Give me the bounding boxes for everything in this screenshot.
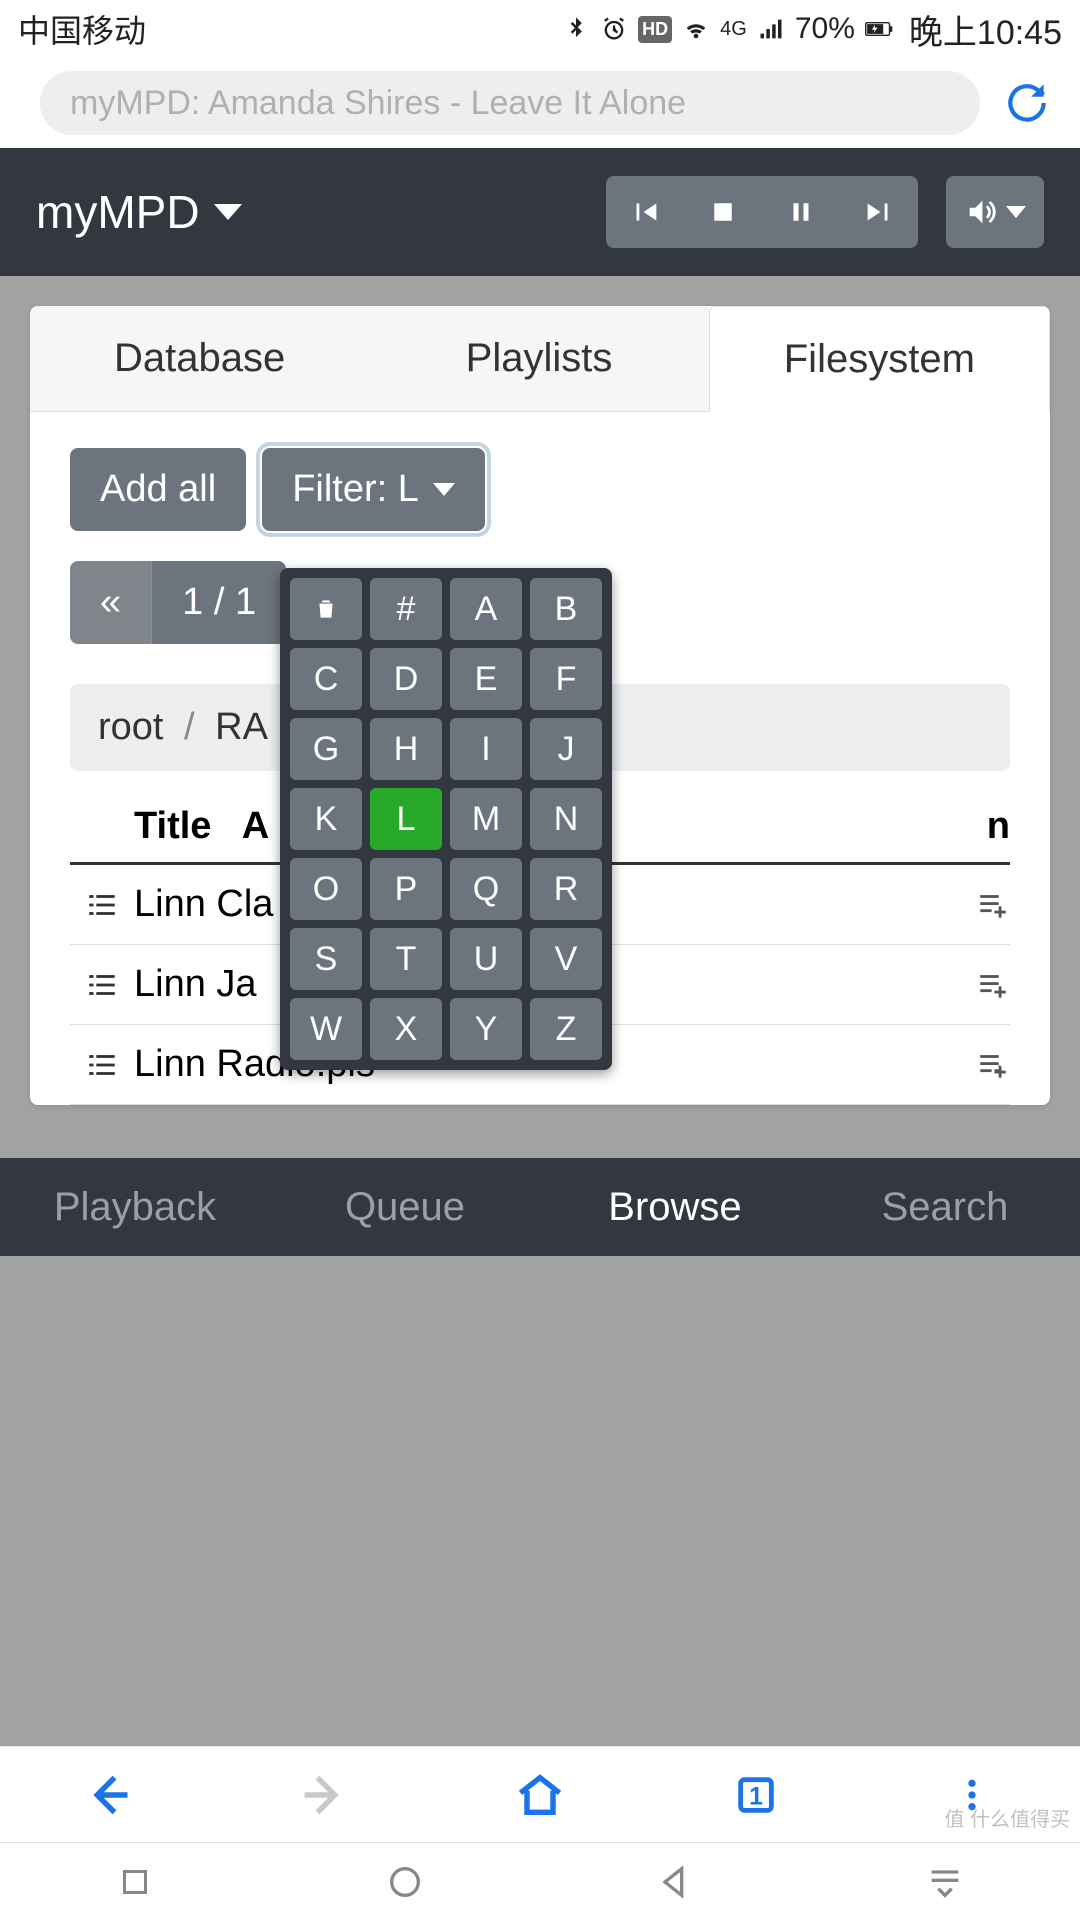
filter-key-z[interactable]: Z bbox=[530, 998, 602, 1060]
home-nav-button[interactable] bbox=[380, 1857, 430, 1907]
tab-playlists[interactable]: Playlists bbox=[369, 306, 708, 412]
breadcrumb-root[interactable]: root bbox=[98, 706, 163, 748]
battery-percent: 70% bbox=[795, 12, 855, 46]
brand-menu[interactable]: myMPD bbox=[36, 185, 242, 239]
filter-key-d[interactable]: D bbox=[370, 648, 442, 710]
list-icon bbox=[70, 1048, 134, 1082]
filter-key-w[interactable]: W bbox=[290, 998, 362, 1060]
th-last: n bbox=[958, 805, 1010, 848]
media-controls bbox=[606, 176, 918, 248]
filter-key-k[interactable]: K bbox=[290, 788, 362, 850]
recents-button[interactable] bbox=[110, 1857, 160, 1907]
add-all-button[interactable]: Add all bbox=[70, 448, 246, 531]
filter-key-l[interactable]: L bbox=[370, 788, 442, 850]
filter-key-j[interactable]: J bbox=[530, 718, 602, 780]
bluetooth-icon bbox=[562, 15, 590, 43]
caret-down-icon bbox=[1006, 206, 1026, 218]
tab-playback[interactable]: Playback bbox=[0, 1185, 270, 1230]
prev-button[interactable] bbox=[606, 176, 684, 248]
tab-browse[interactable]: Browse bbox=[540, 1185, 810, 1230]
breadcrumb-next: RA bbox=[215, 706, 268, 748]
breadcrumb-sep: / bbox=[184, 706, 195, 748]
filter-key-n[interactable]: N bbox=[530, 788, 602, 850]
carrier-label: 中国移动 bbox=[18, 6, 146, 52]
add-to-queue-button[interactable] bbox=[950, 968, 1010, 1002]
wifi-icon bbox=[682, 15, 710, 43]
list-icon bbox=[70, 888, 134, 922]
filter-key-f[interactable]: F bbox=[530, 648, 602, 710]
app-header: myMPD bbox=[0, 148, 1080, 276]
filter-key-t[interactable]: T bbox=[370, 928, 442, 990]
tabs-button[interactable]: 1 bbox=[726, 1765, 786, 1825]
stop-button[interactable] bbox=[684, 176, 762, 248]
tab-filesystem[interactable]: Filesystem bbox=[709, 306, 1050, 412]
svg-text:1: 1 bbox=[749, 1782, 763, 1810]
tab-database[interactable]: Database bbox=[30, 306, 369, 412]
next-button[interactable] bbox=[840, 176, 918, 248]
filter-key-m[interactable]: M bbox=[450, 788, 522, 850]
add-to-queue-button[interactable] bbox=[950, 888, 1010, 922]
pager-prev-button[interactable]: « bbox=[70, 561, 152, 644]
hd-icon: HD bbox=[638, 16, 672, 43]
list-icon bbox=[70, 968, 134, 1002]
system-nav bbox=[0, 1842, 1080, 1920]
network-label: 4G bbox=[720, 18, 747, 41]
clock-label: 晚上10:45 bbox=[909, 5, 1062, 54]
caret-down-icon bbox=[433, 483, 455, 496]
pager-current[interactable]: 1 / 1 bbox=[152, 561, 286, 644]
filter-label: Filter: L bbox=[292, 468, 419, 511]
filter-key-v[interactable]: V bbox=[530, 928, 602, 990]
status-bar: 中国移动 HD 4G 70% 晚上10:45 bbox=[0, 0, 1080, 58]
tab-search[interactable]: Search bbox=[810, 1185, 1080, 1230]
filter-key-u[interactable]: U bbox=[450, 928, 522, 990]
back-button[interactable] bbox=[78, 1765, 138, 1825]
tab-queue[interactable]: Queue bbox=[270, 1185, 540, 1230]
filter-key-q[interactable]: Q bbox=[450, 858, 522, 920]
forward-button[interactable] bbox=[294, 1765, 354, 1825]
browser-bar: 1 bbox=[0, 1746, 1080, 1842]
caret-down-icon bbox=[214, 204, 242, 220]
filter-key-o[interactable]: O bbox=[290, 858, 362, 920]
filter-key-r[interactable]: R bbox=[530, 858, 602, 920]
filter-key-i[interactable]: I bbox=[450, 718, 522, 780]
home-button[interactable] bbox=[510, 1765, 570, 1825]
filter-key-h[interactable]: H bbox=[370, 718, 442, 780]
filter-key-s[interactable]: S bbox=[290, 928, 362, 990]
filter-button[interactable]: Filter: L bbox=[262, 448, 485, 531]
bottom-tabs: Playback Queue Browse Search bbox=[0, 1158, 1080, 1256]
brand-label: myMPD bbox=[36, 185, 200, 239]
top-tabs: Database Playlists Filesystem bbox=[30, 306, 1050, 412]
url-input[interactable]: myMPD: Amanda Shires - Leave It Alone bbox=[40, 71, 980, 135]
filter-key-c[interactable]: C bbox=[290, 648, 362, 710]
add-to-queue-button[interactable] bbox=[950, 1048, 1010, 1082]
filter-key-b[interactable]: B bbox=[530, 578, 602, 640]
drawer-button[interactable] bbox=[920, 1857, 970, 1907]
th-a: A bbox=[242, 805, 269, 847]
filter-clear-button[interactable] bbox=[290, 578, 362, 640]
filter-key-#[interactable]: # bbox=[370, 578, 442, 640]
filter-key-e[interactable]: E bbox=[450, 648, 522, 710]
watermark: 值 什么值得买 bbox=[944, 1803, 1070, 1832]
reload-button[interactable] bbox=[1000, 76, 1054, 130]
signal-icon bbox=[757, 15, 785, 43]
pager: « 1 / 1 bbox=[70, 561, 286, 644]
filter-key-y[interactable]: Y bbox=[450, 998, 522, 1060]
filter-popup: #AB CDEF GHIJ KLMN OPQR STUV WXYZ bbox=[280, 568, 612, 1070]
back-nav-button[interactable] bbox=[650, 1857, 700, 1907]
battery-icon bbox=[865, 15, 893, 43]
volume-menu[interactable] bbox=[946, 176, 1044, 248]
th-title: Title bbox=[134, 805, 211, 847]
filter-key-a[interactable]: A bbox=[450, 578, 522, 640]
alarm-icon bbox=[600, 15, 628, 43]
url-bar: myMPD: Amanda Shires - Leave It Alone bbox=[0, 58, 1080, 148]
filter-key-g[interactable]: G bbox=[290, 718, 362, 780]
filter-key-x[interactable]: X bbox=[370, 998, 442, 1060]
filter-key-p[interactable]: P bbox=[370, 858, 442, 920]
pause-button[interactable] bbox=[762, 176, 840, 248]
